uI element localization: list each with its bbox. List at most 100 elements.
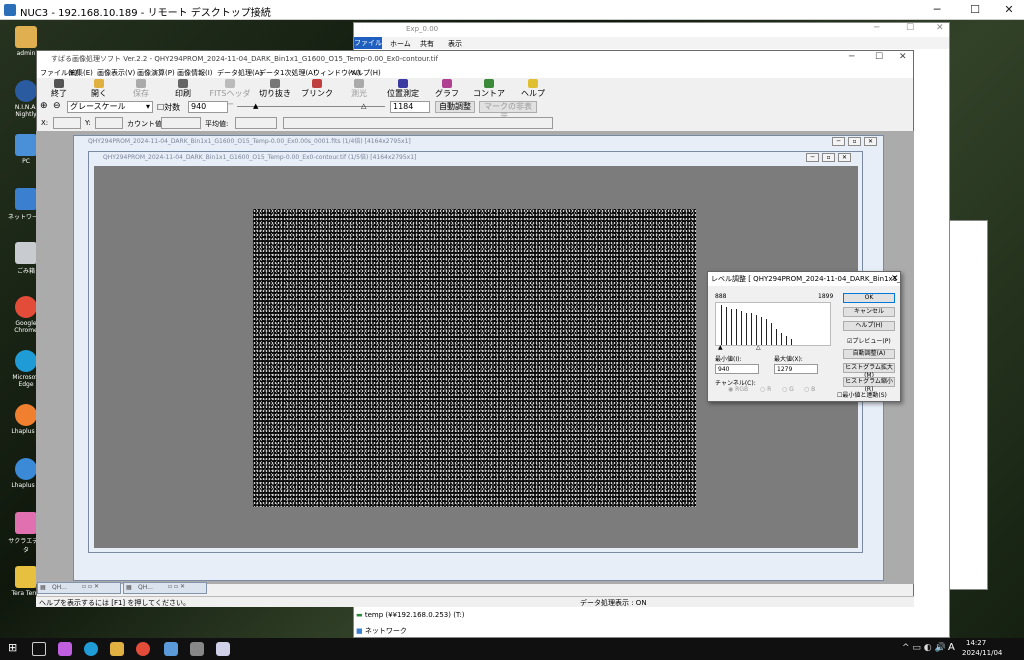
display-controls: ⊕ ⊖ グレースケール ▾ ☐対数 940 ▲ △ 1184 自動調整 マークの非… xyxy=(37,100,913,121)
menu-edit[interactable]: 編集(E) xyxy=(69,68,93,78)
edge-icon[interactable] xyxy=(84,642,98,656)
menu-view[interactable]: 画像表示(V) xyxy=(97,68,135,78)
save-button[interactable]: 保存 xyxy=(121,78,161,100)
y-label: Y: xyxy=(85,119,91,127)
min-value-field[interactable]: 940 xyxy=(188,101,228,113)
copilot-icon[interactable] xyxy=(58,642,72,656)
child2-close[interactable]: ✕ xyxy=(838,153,851,162)
histogram-bar xyxy=(736,309,737,345)
child1-maximize[interactable]: ▫ xyxy=(848,137,861,146)
photometry-button[interactable]: 測光 xyxy=(339,78,379,100)
menu-info[interactable]: 画像情報(I) xyxy=(177,68,213,78)
hide-marks-button[interactable]: マークの非表示... xyxy=(479,101,537,121)
ime-indicator[interactable]: A xyxy=(948,642,955,653)
hist-shrink-button[interactable]: ヒストグラム縮小(R) xyxy=(843,377,895,393)
max-label: 最大値(X): xyxy=(774,356,803,363)
explorer-icon[interactable] xyxy=(110,642,124,656)
dialog-min-field[interactable]: 940 xyxy=(715,364,759,374)
menu-data[interactable]: データ処理(A) xyxy=(217,68,262,78)
min-slider-handle[interactable]: ▲ xyxy=(253,102,258,110)
child1-minimize[interactable]: ─ xyxy=(832,137,845,146)
explorer-tab-file[interactable]: ファイル xyxy=(354,37,382,49)
minimize-button[interactable]: ─ xyxy=(920,2,954,18)
cancel-button[interactable]: キャンセル xyxy=(843,307,895,317)
explorer-minimize[interactable]: ─ xyxy=(874,23,879,33)
open-button[interactable]: 開く xyxy=(79,78,119,100)
contour-icon xyxy=(484,79,494,88)
maximize-button[interactable]: ☐ xyxy=(958,2,992,18)
task-view-icon[interactable] xyxy=(32,642,46,656)
log-checkbox[interactable]: ☐対数 xyxy=(157,102,180,113)
chrome-icon[interactable] xyxy=(136,642,150,656)
menu-help[interactable]: ヘルプ(H) xyxy=(349,68,381,78)
link-checkbox[interactable]: ☐最小値と連動(S) xyxy=(837,390,887,399)
max-value-field[interactable]: 1184 xyxy=(390,101,430,113)
channel-b[interactable]: ○ B xyxy=(804,386,815,393)
child2-maximize[interactable]: ▫ xyxy=(822,153,835,162)
app-minimize[interactable]: ─ xyxy=(849,52,854,62)
contour-button[interactable]: コントア xyxy=(469,78,509,100)
child2-minimize[interactable]: ─ xyxy=(806,153,819,162)
print-button[interactable]: 印刷 xyxy=(163,78,203,100)
minimized-window-2[interactable]: ▦ QH... ▫ ▫ ✕ xyxy=(123,582,207,594)
hist-expand-button[interactable]: ヒストグラム拡大(M) xyxy=(843,363,895,379)
calculator-icon[interactable] xyxy=(164,642,178,656)
minimized-window-1[interactable]: ▦ QH... ▫ ▫ ✕ xyxy=(37,582,121,594)
dark-frame-image[interactable] xyxy=(253,209,696,507)
min-label: 最小値(I): xyxy=(715,356,742,363)
dialog-max-field[interactable]: 1279 xyxy=(774,364,818,374)
zoom-in-icon[interactable]: ⊕ xyxy=(40,101,48,111)
preview-checkbox[interactable]: ☑プレビュー(P) xyxy=(847,336,891,345)
histogram-bar xyxy=(781,333,782,345)
crop-icon xyxy=(270,79,280,88)
auto-adjust-button[interactable]: 自動調整 xyxy=(435,101,475,113)
explorer-tab-share[interactable]: 共有 xyxy=(420,39,434,49)
explorer-tab-view[interactable]: 表示 xyxy=(448,39,462,49)
ok-button[interactable]: OK xyxy=(843,293,895,303)
menu-data1[interactable]: データ1次処理(A) xyxy=(259,68,316,78)
menu-calc[interactable]: 画像演算(P) xyxy=(137,68,175,78)
channel-r[interactable]: ○ R xyxy=(760,386,771,393)
x-label: X: xyxy=(41,119,49,127)
count-label: カウント値: xyxy=(127,120,165,128)
nina-task-icon[interactable] xyxy=(190,642,204,656)
max-slider-handle[interactable]: △ xyxy=(361,102,366,110)
colormap-select[interactable]: グレースケール ▾ xyxy=(67,101,153,113)
app-maximize[interactable]: ☐ xyxy=(875,52,883,62)
dialog-help-button[interactable]: ヘルプ(H) xyxy=(843,321,895,331)
hist-min-handle[interactable]: ▲ xyxy=(718,344,723,351)
nav-item-temp[interactable]: ▬ temp (¥¥192.168.0.253) (T:) xyxy=(356,611,465,619)
explorer-maximize[interactable]: ☐ xyxy=(906,23,914,33)
position-button[interactable]: 位置測定 xyxy=(379,78,427,100)
blink-icon xyxy=(312,79,322,88)
explorer-close[interactable]: ✕ xyxy=(936,23,944,33)
status-help: ヘルプを表示するには [F1] を押してください。 xyxy=(39,599,190,607)
hist-max-handle[interactable]: △ xyxy=(756,344,761,351)
app-close[interactable]: ✕ xyxy=(899,52,907,62)
info-field xyxy=(283,117,553,129)
folder-icon xyxy=(94,79,104,88)
histogram-bar xyxy=(791,339,792,345)
zoom-out-icon[interactable]: ⊖ xyxy=(53,101,61,111)
subaru-task-icon[interactable] xyxy=(216,642,230,656)
graph-button[interactable]: グラフ xyxy=(427,78,467,100)
child1-close[interactable]: ✕ xyxy=(864,137,877,146)
nav-item-network[interactable]: ■ ネットワーク xyxy=(356,626,407,636)
app-toolbar: 終了 開く 保存 印刷 FITSヘッダー 切り抜き ブリンク 測光 位置測定 グ… xyxy=(37,78,913,109)
dialog-close[interactable]: ✕ xyxy=(891,274,899,284)
start-icon[interactable]: ⊞ xyxy=(8,642,20,654)
tray-icons[interactable]: ^ ▭ ◐ 🔊 xyxy=(902,643,946,653)
blink-button[interactable]: ブリンク xyxy=(297,78,337,100)
exit-button[interactable]: 終了 xyxy=(39,78,79,100)
close-button[interactable]: ✕ xyxy=(992,2,1024,18)
help-button[interactable]: ヘルプ xyxy=(513,78,553,100)
channel-rgb[interactable]: ◉ RGB xyxy=(728,386,748,393)
remote-desktop-icon xyxy=(4,4,16,16)
explorer-tab-home[interactable]: ホーム xyxy=(390,39,411,49)
channel-g[interactable]: ○ G xyxy=(782,386,794,393)
crop-button[interactable]: 切り抜き xyxy=(255,78,295,100)
dialog-auto-button[interactable]: 自動調整(A) xyxy=(843,349,895,359)
fits-header-button[interactable]: FITSヘッダー xyxy=(207,78,253,109)
clock-date[interactable]: 2024/11/04 xyxy=(962,649,1002,657)
clock-time[interactable]: 14:27 xyxy=(966,639,986,647)
